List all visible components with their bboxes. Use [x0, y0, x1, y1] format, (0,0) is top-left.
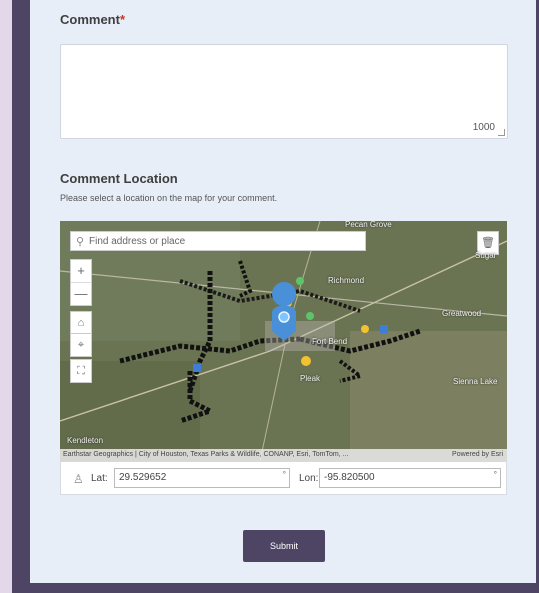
lon-value: -95.820500 — [324, 472, 375, 483]
resize-handle-icon[interactable] — [498, 129, 505, 136]
comment-label-text: Comment — [60, 12, 120, 27]
home-button[interactable]: ⌂ — [70, 311, 92, 335]
person-icon: ♙ — [73, 472, 84, 486]
background-left — [0, 0, 12, 593]
zoom-controls: + — — [70, 259, 92, 306]
map-label: Sugar — [475, 251, 497, 260]
lat-value: 29.529652 — [119, 472, 167, 483]
lat-label: Lat: — [91, 473, 108, 484]
fullscreen-icon: ⛶ — [77, 365, 85, 377]
map-label: Richmond — [328, 276, 365, 285]
map-imagery — [60, 221, 507, 461]
zoom-out-button[interactable]: — — [71, 282, 91, 305]
char-count: 1000 — [472, 122, 495, 133]
lat-degree: ° — [282, 470, 286, 479]
fullscreen-button[interactable]: ⛶ — [70, 359, 92, 383]
map-attribution: Earthstar Geographics | City of Houston,… — [60, 449, 507, 461]
location-hint: Please select a location on the map for … — [60, 193, 278, 203]
attribution-text: Earthstar Geographics | City of Houston,… — [63, 451, 349, 458]
home-icon: ⌂ — [77, 317, 85, 329]
location-label: Comment Location — [60, 171, 178, 186]
zoom-in-button[interactable]: + — [71, 260, 91, 282]
required-marker: * — [119, 12, 126, 27]
lon-input[interactable]: -95.820500 ° — [319, 468, 501, 488]
map-search-input[interactable]: ⚲ Find address or place — [70, 231, 366, 251]
lat-input[interactable]: 29.529652 ° — [114, 468, 290, 488]
map-label: Sienna Lake — [453, 377, 498, 386]
crosshair-icon: ⌖ — [77, 339, 85, 351]
map-label: Pecan Grove — [345, 221, 392, 229]
submit-button[interactable]: Submit — [243, 530, 325, 562]
lon-degree: ° — [493, 470, 497, 479]
lon-label: Lon: — [299, 473, 319, 484]
map-label: Pleak — [300, 374, 321, 383]
comment-label: Comment* — [60, 12, 125, 27]
coordinates-bar: ♙ Lat: 29.529652 ° Lon: -95.820500 ° — [60, 461, 507, 495]
search-placeholder: Find address or place — [89, 235, 186, 247]
search-icon: ⚲ — [75, 235, 85, 248]
comment-textarea[interactable]: 1000 — [60, 44, 508, 139]
trash-icon: 🗑 — [481, 237, 495, 249]
powered-by-link[interactable]: Powered by Esri — [452, 449, 503, 461]
map-label: Kendleton — [67, 436, 104, 445]
map-label: Greatwood — [442, 309, 482, 318]
map-label: Fort Bend — [312, 337, 348, 346]
locate-button[interactable]: ⌖ — [70, 333, 92, 357]
map-view[interactable]: ⚲ Find address or place + — ⌂ ⌖ ⛶ 🗑 Peca… — [60, 221, 507, 461]
